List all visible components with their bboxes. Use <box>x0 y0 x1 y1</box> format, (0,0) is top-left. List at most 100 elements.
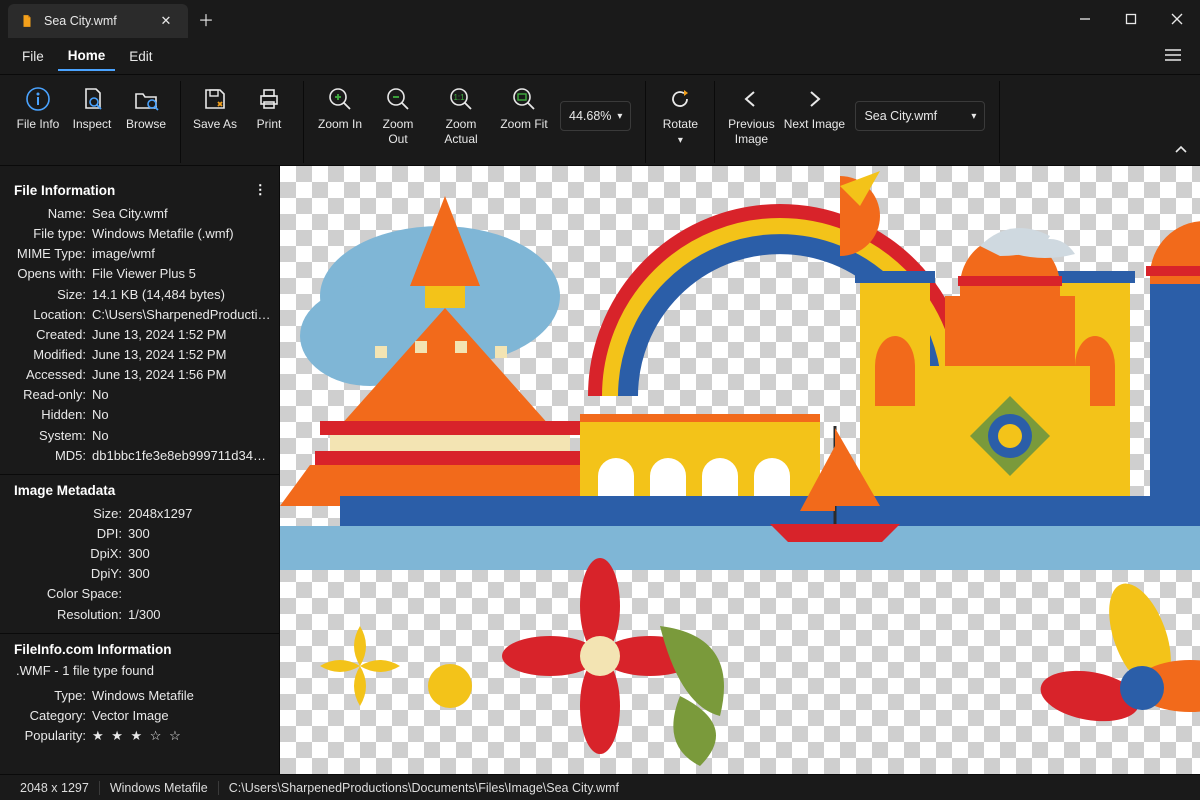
info-value: db1bbc1fe3e8eb999711d349c... <box>92 446 271 466</box>
info-key: File type: <box>14 224 92 244</box>
more-icon[interactable]: ⋮ <box>250 182 272 198</box>
info-key: Size: <box>14 285 92 305</box>
info-row: System:No <box>14 426 271 446</box>
info-value: 2048x1297 <box>128 504 271 524</box>
zoom-fit-icon <box>511 85 537 113</box>
ribbon: File Info Inspect Browse Save As Print Z… <box>0 74 1200 166</box>
info-row: Modified:June 13, 2024 1:52 PM <box>14 345 271 365</box>
file-dropdown[interactable]: Sea City.wmf ▾ <box>855 101 985 131</box>
svg-text:1:1: 1:1 <box>453 93 465 102</box>
previous-image-button[interactable]: Previous Image <box>723 81 779 147</box>
info-value: June 13, 2024 1:56 PM <box>92 365 271 385</box>
info-row: Name:Sea City.wmf <box>14 204 271 224</box>
info-row: Size:14.1 KB (14,484 bytes) <box>14 285 271 305</box>
minimize-button[interactable] <box>1062 0 1108 38</box>
info-row: MIME Type:image/wmf <box>14 244 271 264</box>
info-row: Popularity:★ ★ ★ ☆ ☆ <box>14 726 271 746</box>
zoom-value: 44.68% <box>569 109 611 123</box>
info-value: June 13, 2024 1:52 PM <box>92 345 271 365</box>
chevron-down-icon: ▾ <box>617 111 622 122</box>
info-key: Resolution: <box>14 605 128 625</box>
zoom-in-icon <box>327 85 353 113</box>
collapse-ribbon-button[interactable] <box>1166 81 1196 163</box>
info-key: Opens with: <box>14 264 92 284</box>
info-value: No <box>92 385 271 405</box>
info-key: Type: <box>14 686 92 706</box>
info-row: Category:Vector Image <box>14 706 271 726</box>
info-sidebar: File Information ⋮ Name:Sea City.wmfFile… <box>0 166 280 774</box>
file-info-heading: File Information <box>14 183 115 198</box>
info-value: Vector Image <box>92 706 271 726</box>
maximize-button[interactable] <box>1108 0 1154 38</box>
info-row: File type:Windows Metafile (.wmf) <box>14 224 271 244</box>
zoom-fit-button[interactable]: Zoom Fit <box>496 81 552 147</box>
zoom-actual-button[interactable]: 1:1 Zoom Actual <box>428 81 494 147</box>
info-value: 14.1 KB (14,484 bytes) <box>92 285 271 305</box>
info-key: Created: <box>14 325 92 345</box>
inspect-button[interactable]: Inspect <box>66 81 118 147</box>
tab-close-button[interactable]: ✕ <box>154 13 178 29</box>
info-value: C:\Users\SharpenedProductio... <box>92 305 271 325</box>
info-value <box>128 584 271 604</box>
info-row: DpiY:300 <box>14 564 271 584</box>
zoom-in-button[interactable]: Zoom In <box>312 81 368 147</box>
info-value: 1/300 <box>128 605 271 625</box>
folder-icon <box>133 85 159 113</box>
info-icon <box>25 85 51 113</box>
fileinfo-subline: .WMF - 1 file type found <box>16 663 271 678</box>
status-filetype: Windows Metafile <box>100 781 219 795</box>
info-value: 300 <box>128 524 271 544</box>
file-info-button[interactable]: File Info <box>12 81 64 147</box>
info-key: Category: <box>14 706 92 726</box>
document-tab[interactable]: Sea City.wmf ✕ <box>8 4 188 38</box>
zoom-actual-icon: 1:1 <box>448 85 474 113</box>
zoom-dropdown[interactable]: 44.68% ▾ <box>560 101 631 131</box>
menubar: File Home Edit <box>0 38 1200 74</box>
info-row: Hidden:No <box>14 405 271 425</box>
save-icon <box>202 85 228 113</box>
window-controls <box>1062 0 1200 38</box>
info-key: Location: <box>14 305 92 325</box>
close-button[interactable] <box>1154 0 1200 38</box>
info-key: Size: <box>14 504 128 524</box>
info-value: image/wmf <box>92 244 271 264</box>
menu-home[interactable]: Home <box>58 42 116 71</box>
next-image-button[interactable]: Next Image <box>781 81 847 147</box>
save-as-button[interactable]: Save As <box>189 81 241 147</box>
info-value: No <box>92 405 271 425</box>
chevron-right-icon <box>804 85 824 113</box>
fileinfo-com-heading: FileInfo.com Information <box>14 642 172 657</box>
info-key: System: <box>14 426 92 446</box>
info-value: No <box>92 426 271 446</box>
rotate-button[interactable]: Rotate▾ <box>654 81 706 148</box>
info-value: Sea City.wmf <box>92 204 271 224</box>
zoom-out-button[interactable]: Zoom Out <box>370 81 426 147</box>
info-value: 300 <box>128 544 271 564</box>
print-button[interactable]: Print <box>243 81 295 147</box>
info-row: Location:C:\Users\SharpenedProductio... <box>14 305 271 325</box>
browse-button[interactable]: Browse <box>120 81 172 147</box>
info-row: MD5:db1bbc1fe3e8eb999711d349c... <box>14 446 271 466</box>
info-key: Hidden: <box>14 405 92 425</box>
info-key: DpiX: <box>14 544 128 564</box>
info-key: Popularity: <box>14 726 92 746</box>
print-icon <box>256 85 282 113</box>
image-canvas[interactable] <box>280 166 1200 774</box>
info-row: Resolution:1/300 <box>14 605 271 625</box>
info-key: Accessed: <box>14 365 92 385</box>
info-key: Name: <box>14 204 92 224</box>
menu-edit[interactable]: Edit <box>119 43 162 70</box>
info-key: Color Space: <box>14 584 128 604</box>
info-key: Modified: <box>14 345 92 365</box>
hamburger-icon[interactable] <box>1158 48 1188 65</box>
new-tab-button[interactable]: ＋ <box>188 0 224 38</box>
info-value: Windows Metafile <box>92 686 271 706</box>
rotate-icon <box>667 85 693 113</box>
info-row: Read-only:No <box>14 385 271 405</box>
titlebar: Sea City.wmf ✕ ＋ <box>0 0 1200 38</box>
info-row: Opens with:File Viewer Plus 5 <box>14 264 271 284</box>
info-key: Read-only: <box>14 385 92 405</box>
artwork-preview <box>280 166 1200 774</box>
menu-file[interactable]: File <box>12 43 54 70</box>
info-value: 300 <box>128 564 271 584</box>
